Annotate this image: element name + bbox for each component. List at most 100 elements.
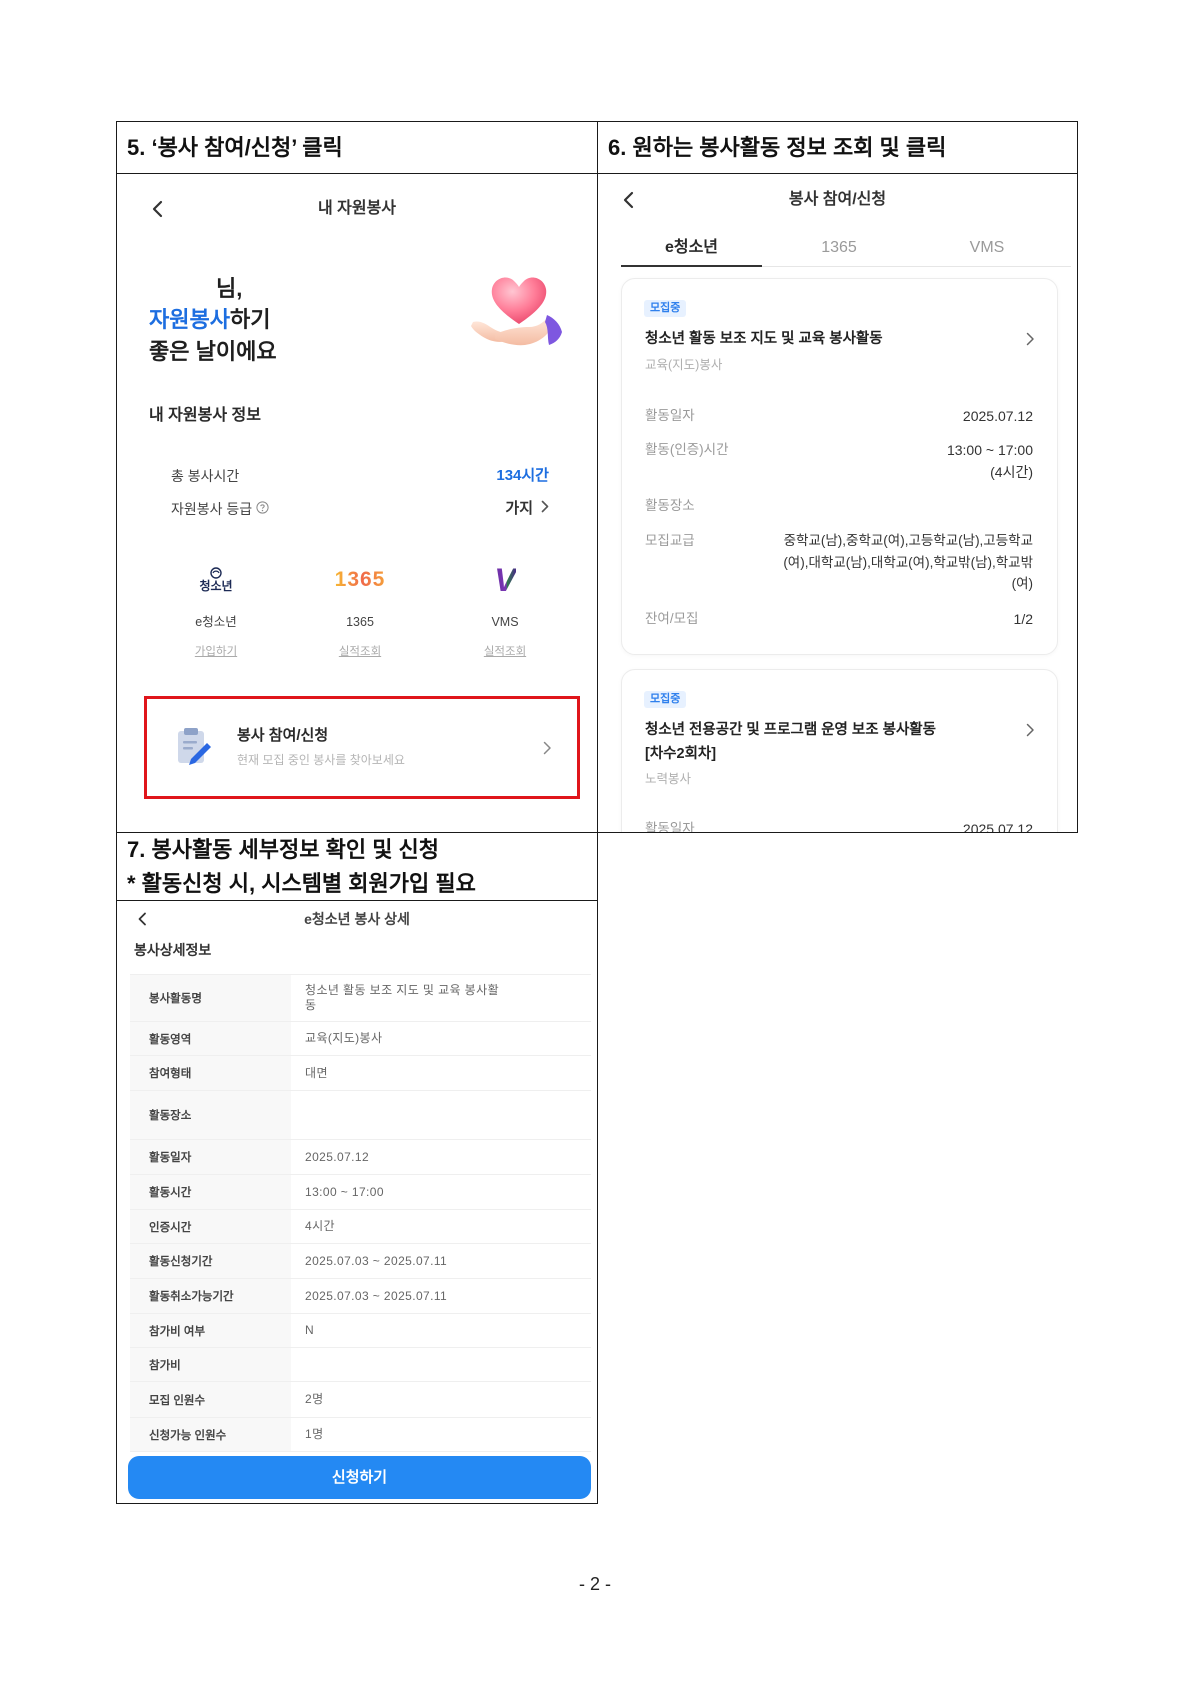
- step7-cell: 7. 봉사활동 세부정보 확인 및 신청 * 활동신청 시, 시스템별 회원가입…: [116, 832, 598, 1504]
- vms-logo: V: [455, 558, 555, 602]
- table-row: 인증시간 4시간: [130, 1210, 591, 1244]
- status-badge: 모집중: [644, 691, 687, 708]
- grade-value[interactable]: 가지: [505, 499, 549, 519]
- question-circle-icon[interactable]: [256, 500, 269, 518]
- activity-category: 교육(지도)봉사: [645, 358, 723, 372]
- tab-active-indicator: [621, 265, 762, 267]
- e-youth-logo-mark-icon: [210, 567, 222, 579]
- certified-hours-value: (4시간): [990, 464, 1033, 480]
- activity-card[interactable]: 모집중 청소년 활동 보조 지도 및 교육 봉사활동 교육(지도)봉사 활동일자…: [621, 278, 1058, 655]
- apply-button[interactable]: 신청하기: [128, 1456, 591, 1499]
- activity-title: 청소년 활동 보조 지도 및 교육 봉사활동: [645, 331, 883, 347]
- row-value-line: 청소년 활동 보조 지도 및 교육 봉사활: [305, 983, 500, 997]
- greeting-line1: 님,: [216, 276, 243, 301]
- activity-title: 청소년 전용공간 및 프로그램 운영 보조 봉사활동: [645, 722, 936, 738]
- page-number: - 2 -: [578, 1574, 611, 1594]
- grades-value: 중학교(남),중학교(여),고등학교(남),고등학교 (여),대학교(남),대학…: [783, 530, 1033, 595]
- activity-category: 노력봉사: [645, 772, 692, 786]
- row-label: 활동신청기간: [130, 1244, 291, 1278]
- total-hours-label-text: 총 봉사시간: [171, 468, 240, 484]
- system-name: e청소년: [195, 615, 237, 629]
- row-label: 활동취소가능기간: [130, 1279, 291, 1313]
- my-volunteer-info-title: 내 자원봉사 정보: [149, 407, 261, 424]
- row-label: 참여형태: [130, 1056, 291, 1090]
- table-row: 신청가능 인원수 1명: [130, 1418, 591, 1452]
- grade-value-text: 가지: [505, 500, 533, 517]
- activity-detail-screen: e청소년 봉사 상세 봉사상세정보 봉사활동명 청소년 활동 보조 지도 및 교…: [117, 901, 597, 1503]
- row-label: 활동영역: [130, 1022, 291, 1055]
- system-link-records[interactable]: 실적조회: [455, 645, 555, 659]
- row-label: 참가비: [130, 1348, 291, 1381]
- step5-header: 5. ‘봉사 참여/신청’ 클릭: [117, 122, 597, 174]
- 1365-logo-text: 1365: [334, 568, 386, 591]
- row-label: 모집 인원수: [130, 1382, 291, 1417]
- my-volunteer-screen: 내 자원봉사 님, 자원봉사하기 좋은 날이에요 내 자원봉사 정보 총 봉사시…: [117, 174, 597, 832]
- e-youth-logo: 청소년: [166, 558, 266, 602]
- system-link-records[interactable]: 실적조회: [310, 645, 410, 659]
- row-value: 교육(지도)봉사: [305, 1031, 383, 1045]
- place-label: 활동장소: [645, 498, 695, 513]
- grades-label: 모집교급: [645, 533, 695, 548]
- time-label: 활동(인증)시간: [645, 442, 729, 457]
- table-row: 활동장소: [130, 1091, 591, 1140]
- grade-label-text: 자원봉사 등급: [171, 501, 253, 517]
- apply-entry-button[interactable]: 봉사 참여/신청 현재 모집 중인 봉사를 찾아보세요: [144, 696, 580, 799]
- row-label: 봉사활동명: [130, 975, 291, 1021]
- row-value: 청소년 활동 보조 지도 및 교육 봉사활 동: [291, 975, 591, 1021]
- row-label: 인증시간: [130, 1210, 291, 1243]
- 1365-logo: 1365: [310, 558, 410, 602]
- grades-value-line: 중학교(남),중학교(여),고등학교(남),고등학교: [783, 533, 1033, 548]
- total-hours-value: 134시간: [496, 467, 549, 484]
- apply-entry-subtitle: 현재 모집 중인 봉사를 찾아보세요: [237, 753, 405, 767]
- table-row: 참가비: [130, 1348, 591, 1382]
- table-row: 활동신청기간 2025.07.03 ~ 2025.07.11: [130, 1244, 591, 1279]
- step5-cell: 5. ‘봉사 참여/신청’ 클릭 내 자원봉사 님, 자원봉사하기 좋은 날이에…: [116, 121, 598, 833]
- date-label: 활동일자: [645, 408, 695, 423]
- screen-title: 봉사 참여/신청: [788, 191, 887, 208]
- row-value: 2명: [305, 1392, 324, 1406]
- system-link-join[interactable]: 가입하기: [166, 645, 266, 659]
- step7-header: 7. 봉사활동 세부정보 확인 및 신청 * 활동신청 시, 시스템별 회원가입…: [117, 833, 597, 901]
- row-label: 활동일자: [130, 1140, 291, 1174]
- row-value: 13:00 ~ 17:00: [305, 1184, 384, 1199]
- capacity-value: 1/2: [1013, 611, 1033, 627]
- row-label: 활동장소: [130, 1091, 291, 1139]
- system-1365: 1365 1365 실적조회: [310, 558, 410, 659]
- grade-label: 자원봉사 등급: [171, 500, 269, 518]
- row-label: 참가비 여부: [130, 1314, 291, 1347]
- row-value: [291, 1091, 591, 1139]
- grades-value-line: (여),대학교(남),대학교(여),학교밖(남),학교밖: [783, 554, 1033, 570]
- table-row: 활동영역 교육(지도)봉사: [130, 1022, 591, 1056]
- system-name: 1365: [346, 615, 374, 629]
- row-value: 2025.07.12: [305, 1149, 370, 1164]
- chevron-right-icon: [543, 741, 552, 760]
- table-row: 모집 인원수 2명: [130, 1382, 591, 1418]
- screen-title: 내 자원봉사: [317, 200, 397, 217]
- clipboard-pen-icon: [173, 725, 216, 773]
- grades-value-line: (여): [1011, 576, 1033, 591]
- detail-table: 봉사활동명 청소년 활동 보조 지도 및 교육 봉사활 동 활동영역 교육(지도…: [130, 974, 591, 1452]
- tab-e-youth[interactable]: e청소년: [621, 237, 762, 259]
- status-badge: 모집중: [644, 300, 687, 317]
- table-row: 활동일자 2025.07.12: [130, 1140, 591, 1175]
- greeting-line2: 자원봉사하기: [149, 306, 270, 334]
- row-value: 2025.07.03 ~ 2025.07.11: [305, 1288, 448, 1303]
- activity-card[interactable]: 모집중 청소년 전용공간 및 프로그램 운영 보조 봉사활동 [차수2회차] 노…: [621, 669, 1058, 832]
- system-vms: V VMS 실적조회: [455, 558, 555, 659]
- greeting-line3: 좋은 날이에요: [149, 339, 277, 364]
- tab-1365[interactable]: 1365: [769, 237, 909, 259]
- row-value: 대면: [305, 1065, 328, 1080]
- row-label: 활동시간: [130, 1175, 291, 1209]
- table-row: 활동시간 13:00 ~ 17:00: [130, 1175, 591, 1210]
- apply-entry-title: 봉사 참여/신청: [237, 727, 329, 744]
- row-label: 신청가능 인원수: [130, 1418, 291, 1451]
- date-value: 2025.07.12: [962, 821, 1033, 832]
- greeting-highlight: 자원봉사: [149, 307, 230, 332]
- tab-vms[interactable]: VMS: [917, 237, 1057, 259]
- time-value: 13:00 ~ 17:00: [946, 442, 1033, 458]
- system-name: VMS: [491, 615, 519, 629]
- row-value: 4시간: [305, 1219, 335, 1233]
- chevron-right-icon: [1026, 723, 1035, 742]
- chevron-right-icon: [541, 499, 549, 519]
- capacity-label: 잔여/모집: [645, 611, 699, 626]
